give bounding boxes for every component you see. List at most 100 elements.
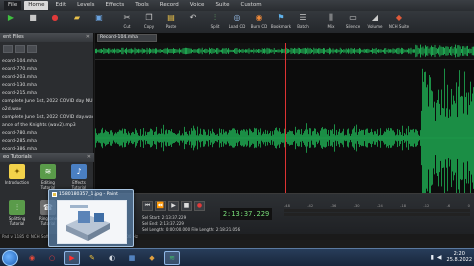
tutorial-splitting[interactable]: ⫶ Splitting Tutorial [3,200,31,233]
volume-icon: ◢ [371,13,379,22]
app-icon-3[interactable]: ◆ [144,251,160,265]
chrome-icon[interactable]: ◉ [24,251,40,265]
opera-icon[interactable]: ○ [44,251,60,265]
go-start-icon[interactable]: ⏮ [142,201,153,211]
recent-file-item[interactable]: complete June 1st, 2022 COVID day.wav [2,114,93,122]
bookmark-button[interactable]: ⚑ Bookmark [270,11,292,33]
editing-icon: ≋ [40,164,56,179]
burn-cd-label: Burn CD [250,24,268,29]
video-tutorials-header: eo Tutorials ✕ [0,153,94,162]
open-icon: ▰ [73,13,81,22]
start-button[interactable] [2,250,18,266]
record-icon[interactable]: ● [194,201,205,211]
level-tick: -42 [307,204,314,208]
level-tick: -18 [400,204,407,208]
toolbar: ▶ ■ ● ▰ ▣ ✂ Cut ❐ Copy ▤ Paste ↶ ⫶ Split ◎ Lo… [0,11,474,33]
open-folder-icon[interactable] [3,45,13,53]
tutorial-introduction[interactable]: ✦ Introduction [3,164,31,197]
close-icon[interactable]: ✕ [87,154,91,161]
paste-button[interactable]: ▤ Paste [160,11,182,33]
split-button[interactable]: ⫶ Split [204,11,226,33]
thumbnail-title: 1580180357_1.jpg - Paint [49,190,133,198]
remove-icon[interactable] [15,45,25,53]
recent-file-item[interactable]: ecord-285.mha [2,138,93,146]
play-icon: ▶ [7,13,15,22]
recent-file-item[interactable]: ecord-130.mha [2,82,93,90]
volume-button[interactable]: ◢ Volume [364,11,386,33]
copy-button[interactable]: ❐ Copy [138,11,160,33]
taskbar-thumbnail-preview[interactable]: 1580180357_1.jpg - Paint [48,189,134,247]
tutorial-label: Introduction [4,180,30,185]
play-button[interactable]: ▶ [0,11,22,33]
recent-file-item[interactable]: o2d.wav [2,106,93,114]
stop-button[interactable]: ■ [22,11,44,33]
menu-edit[interactable]: Edit [51,1,70,10]
youtube-icon[interactable]: ▶ [64,251,80,265]
paint-icon [52,191,57,197]
silence-button[interactable]: ▭ Silence [342,11,364,33]
sel-length-label: Sel Length: [142,227,165,232]
app-icon-2[interactable]: ▦ [124,251,140,265]
burn-cd-button[interactable]: ◉ Burn CD [248,11,270,33]
level-tick: -24 [376,204,383,208]
play-icon[interactable]: ▶ [168,201,179,211]
record-button[interactable]: ● [44,11,66,33]
document-tab[interactable]: Record-104.mha [97,34,157,42]
menu-file[interactable]: File [4,1,22,10]
menu-home[interactable]: Home [24,1,49,10]
sel-end-label: Sel End: [142,221,159,226]
recent-file-item[interactable]: ecord-780.mha [2,130,93,138]
clear-icon[interactable] [27,45,37,53]
recent-file-item[interactable]: ance of the Knights (wav2).mp3 [2,122,93,130]
paint-icon[interactable]: ✎ [84,251,100,265]
volume-label: Volume [367,24,383,29]
app-icon[interactable]: ◐ [104,251,120,265]
load-cd-button[interactable]: ◎ Load CD [226,11,248,33]
recent-file-item[interactable]: complete June 1st, 2022 COVID day NUMBER [2,98,93,106]
recent-file-item[interactable]: ecord-215.mha [2,90,93,98]
menu-tools[interactable]: Tools [131,1,153,10]
bookmark-icon: ⚑ [277,13,285,22]
paste-icon: ▤ [167,13,175,22]
splitting-icon: ⫶ [9,200,25,215]
sel-length-value: 0:00:00.000 [165,227,191,232]
split-label: Split [210,24,220,29]
menu-suite[interactable]: Suite [211,1,233,10]
mix-button[interactable]: ⫼ Mix [320,11,342,33]
close-icon[interactable]: ✕ [86,34,90,41]
rewind-icon[interactable]: ⏪ [155,201,166,211]
network-icon[interactable]: ▮ [431,254,434,261]
wavepad-icon[interactable]: ≋ [164,251,180,265]
recent-file-item[interactable]: ecord-203.mha [2,74,93,82]
menu-effects[interactable]: Effects [102,1,129,10]
taskbar-icons: ◉ ○ ▶ ✎ ◐ ▦ ◆ ≋ [24,251,180,265]
windows-taskbar: ◉ ○ ▶ ✎ ◐ ▦ ◆ ≋ ▮ ◀ 2:20 25.8.2022 [0,248,474,266]
video-tutorials-title: eo Tutorials [3,154,32,160]
stop-icon[interactable]: ■ [181,201,192,211]
recent-file-item[interactable]: ecord-770.mha [2,66,93,74]
volume-tray-icon[interactable]: ◀ [437,254,442,261]
copy-label: Copy [143,24,155,29]
bookmark-label: Bookmark [270,24,292,29]
level-tick: -30 [353,204,360,208]
cut-button[interactable]: ✂ Cut [116,11,138,33]
level-scale: -48 -42 -36 -30 -24 -18 -12 -6 0 [284,204,470,208]
save-button[interactable]: ▣ [88,11,110,33]
recent-file-item[interactable]: ecord-104.mha [2,58,93,66]
menu-record[interactable]: Record [156,1,183,10]
split-icon: ⫶ [214,13,216,22]
nch-suite-icon: ◆ [395,13,403,22]
undo-icon: ↶ [189,13,197,22]
batch-button[interactable]: ☰ Batch [292,11,314,33]
open-button[interactable]: ▰ [66,11,88,33]
sel-end-value: 2:13:37.229 [159,221,184,226]
thumbnail-image [57,200,127,244]
menu-levels[interactable]: Levels [73,1,98,10]
paste-label: Paste [165,24,177,29]
menu-voice[interactable]: Voice [186,1,209,10]
level-tick: -6 [446,204,451,208]
nch-suite-button[interactable]: ◆ NCH Suite [386,11,412,33]
undo-button[interactable]: ↶ [182,11,204,33]
menu-custom[interactable]: Custom [236,1,265,10]
clock[interactable]: 2:20 25.8.2022 [447,251,472,263]
